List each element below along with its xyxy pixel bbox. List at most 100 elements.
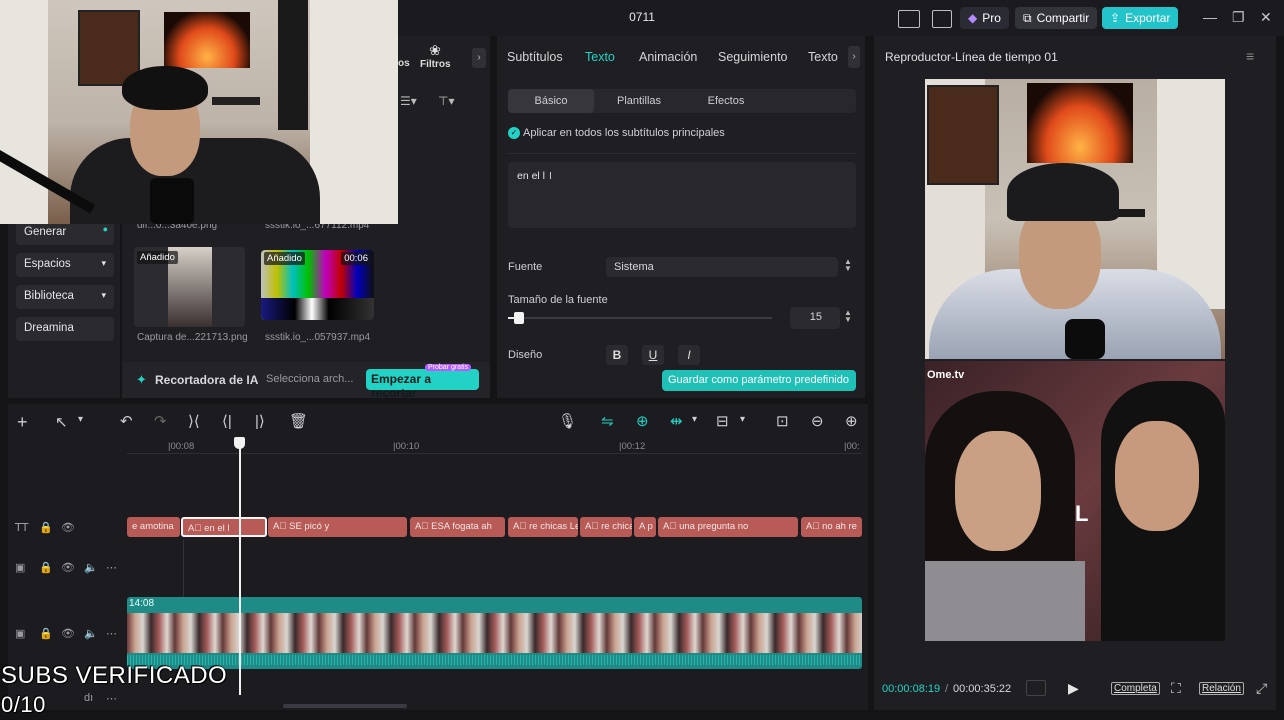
speaker-icon[interactable]: 🔈 — [84, 627, 98, 640]
tab-tracking[interactable]: Seguimiento — [718, 50, 788, 64]
eye-icon[interactable]: 👁 — [61, 521, 75, 534]
underline-icon[interactable]: U — [642, 345, 664, 365]
door — [310, 0, 398, 224]
subtitle-clip[interactable]: A⃞ una pregunta no — [658, 517, 798, 537]
caption-icon[interactable]: ⊡ — [776, 412, 789, 430]
subtitle-clip-selected[interactable]: A⃞ en el l — [181, 517, 267, 537]
select-file-label[interactable]: Selecciona arch... — [266, 373, 353, 385]
subtab-templates[interactable]: Plantillas — [596, 89, 682, 113]
subtab-effects[interactable]: Efectos — [684, 89, 768, 113]
font-size-stepper-icon[interactable]: ▲ ▼ — [842, 309, 854, 324]
redo-icon[interactable]: ↷ — [154, 412, 167, 430]
magnet-icon[interactable]: ⊕ — [636, 412, 649, 430]
sidebar-item-library[interactable]: Biblioteca ▾ — [16, 285, 114, 309]
link-icon[interactable]: ⇋ — [601, 412, 614, 430]
player-title: Reproductor-Línea de tiempo 01 — [885, 50, 1058, 64]
subtitle-clip[interactable]: A⃞ re chica — [580, 517, 632, 537]
layout-icon[interactable] — [898, 10, 920, 28]
subtab-basic[interactable]: Básico — [508, 89, 594, 113]
zoom-out-icon[interactable]: ⊖ — [811, 412, 824, 430]
font-size-slider-handle[interactable] — [514, 312, 524, 324]
subtitle-clip[interactable]: A⃞ re chicas Le — [508, 517, 578, 537]
sidebar-item-generate[interactable]: Generar ● — [16, 221, 114, 245]
subtitle-clip[interactable]: A⃞ no ah re — [801, 517, 862, 537]
complete-button[interactable]: Completa — [1111, 682, 1160, 695]
apply-all-checkbox[interactable]: ✓ — [508, 127, 520, 139]
font-stepper-icon[interactable]: ▲ ▼ — [842, 258, 854, 273]
sidebar-item-dreamina[interactable]: Dreamina — [16, 317, 114, 341]
more-icon[interactable]: ⋯ — [106, 692, 117, 705]
menu-icon[interactable]: ≡ — [1246, 48, 1254, 64]
fit-screen-icon[interactable]: ⛶ — [1171, 680, 1181, 697]
media-thumbnail[interactable]: Añadido 00:06 — [261, 250, 374, 320]
timecode-mode-icon[interactable] — [1026, 680, 1046, 696]
close-icon[interactable]: ✕ — [1260, 9, 1272, 26]
sidebar-item-spaces[interactable]: Espacios ▾ — [16, 253, 114, 277]
lock-icon[interactable]: 🔒 — [39, 627, 53, 640]
horizontal-scrollbar[interactable] — [283, 704, 407, 708]
subtitle-text-value: en el l — [517, 170, 546, 182]
fire-image — [1027, 83, 1133, 163]
tab-text-2[interactable]: Texto — [808, 50, 838, 64]
speaker-icon[interactable]: 🔈 — [84, 561, 98, 574]
more-icon[interactable]: ⋯ — [106, 561, 117, 574]
maximize-icon[interactable]: ❐ — [1232, 9, 1245, 26]
font-size-input[interactable]: 15 — [790, 307, 840, 329]
split-icon[interactable]: ⟩⟨ — [188, 412, 200, 430]
chevron-down-icon[interactable]: ▾ — [692, 414, 697, 425]
subtitle-clip[interactable]: A⃞ SE picó y — [268, 517, 407, 537]
filters-tab[interactable]: ❀ Filtros — [420, 42, 451, 70]
add-icon[interactable]: + — [17, 412, 28, 433]
chevron-down-icon[interactable]: ▾ — [78, 414, 83, 425]
tab-partial-label[interactable]: os — [398, 58, 410, 69]
microphone-icon[interactable]: 🎙 — [558, 412, 577, 430]
lock-icon[interactable]: 🔒 — [39, 561, 53, 574]
font-select[interactable]: Sistema — [606, 257, 838, 277]
subtitle-clip[interactable]: A p — [634, 517, 656, 537]
delete-icon[interactable]: 🗑 — [289, 412, 308, 430]
filter-icon[interactable]: ⊤▾ — [438, 94, 454, 108]
chevron-down-icon[interactable]: ▾ — [740, 414, 745, 425]
zoom-in-icon[interactable]: ⊕ — [845, 412, 858, 430]
subtitle-clip[interactable]: e amotina — [127, 517, 180, 537]
ratio-button[interactable]: Relación — [1199, 682, 1244, 695]
bold-icon[interactable]: B — [606, 345, 628, 365]
font-size-slider[interactable] — [508, 317, 772, 319]
pro-button[interactable]: ◆ Pro — [960, 7, 1009, 29]
more-icon[interactable]: ⋯ — [106, 627, 117, 640]
preview-axis-icon[interactable]: ⊟ — [716, 412, 729, 430]
split-right-icon[interactable]: |⟩ — [255, 412, 265, 430]
playhead-handle[interactable] — [234, 437, 245, 449]
share-button[interactable]: ⧉ Compartir — [1015, 7, 1098, 29]
eye-icon[interactable]: 👁 — [61, 561, 75, 574]
tab-animation[interactable]: Animación — [639, 50, 697, 64]
chevron-right-icon[interactable]: › — [848, 46, 860, 68]
overlay-caption-line2: 0/10 — [1, 692, 46, 717]
snap-icon[interactable]: ⇹ — [670, 412, 683, 430]
play-icon[interactable]: ▶ — [1068, 680, 1079, 697]
undo-icon[interactable]: ↶ — [120, 412, 133, 430]
save-preset-button[interactable]: Guardar como parámetro predefinido — [662, 370, 856, 391]
subtitle-text-input[interactable]: en el lI — [508, 162, 856, 228]
minimize-icon[interactable]: — — [1203, 9, 1217, 25]
fullscreen-icon[interactable]: ⤢ — [1256, 680, 1267, 697]
audio-icon[interactable]: dı — [84, 692, 93, 704]
video-filmstrip — [127, 613, 862, 653]
media-thumbnail[interactable]: Añadido — [134, 247, 245, 327]
sort-icon[interactable]: ☰▾ — [400, 94, 417, 108]
tab-subtitles[interactable]: Subtítulos — [507, 50, 563, 64]
tab-text[interactable]: Texto — [585, 50, 615, 64]
shortcuts-icon[interactable] — [932, 10, 952, 28]
start-crop-button[interactable]: Empezar a recortar — [366, 369, 479, 400]
split-left-icon[interactable]: ⟨| — [222, 412, 232, 430]
select-tool-icon[interactable]: ↖ — [55, 413, 68, 431]
subtitle-clip[interactable]: A⃞ ESA fogata ah — [410, 517, 505, 537]
italic-icon[interactable]: I — [678, 345, 700, 365]
export-button[interactable]: ⇪ Exportar — [1102, 7, 1179, 29]
chevron-right-icon[interactable]: › — [472, 48, 486, 68]
subtitle-clip-label: SE picó y — [289, 521, 330, 532]
lock-icon[interactable]: 🔒 — [39, 521, 53, 534]
playhead[interactable] — [239, 440, 241, 695]
video-clip[interactable]: 14:08 — [127, 597, 862, 669]
eye-icon[interactable]: 👁 — [61, 627, 75, 640]
